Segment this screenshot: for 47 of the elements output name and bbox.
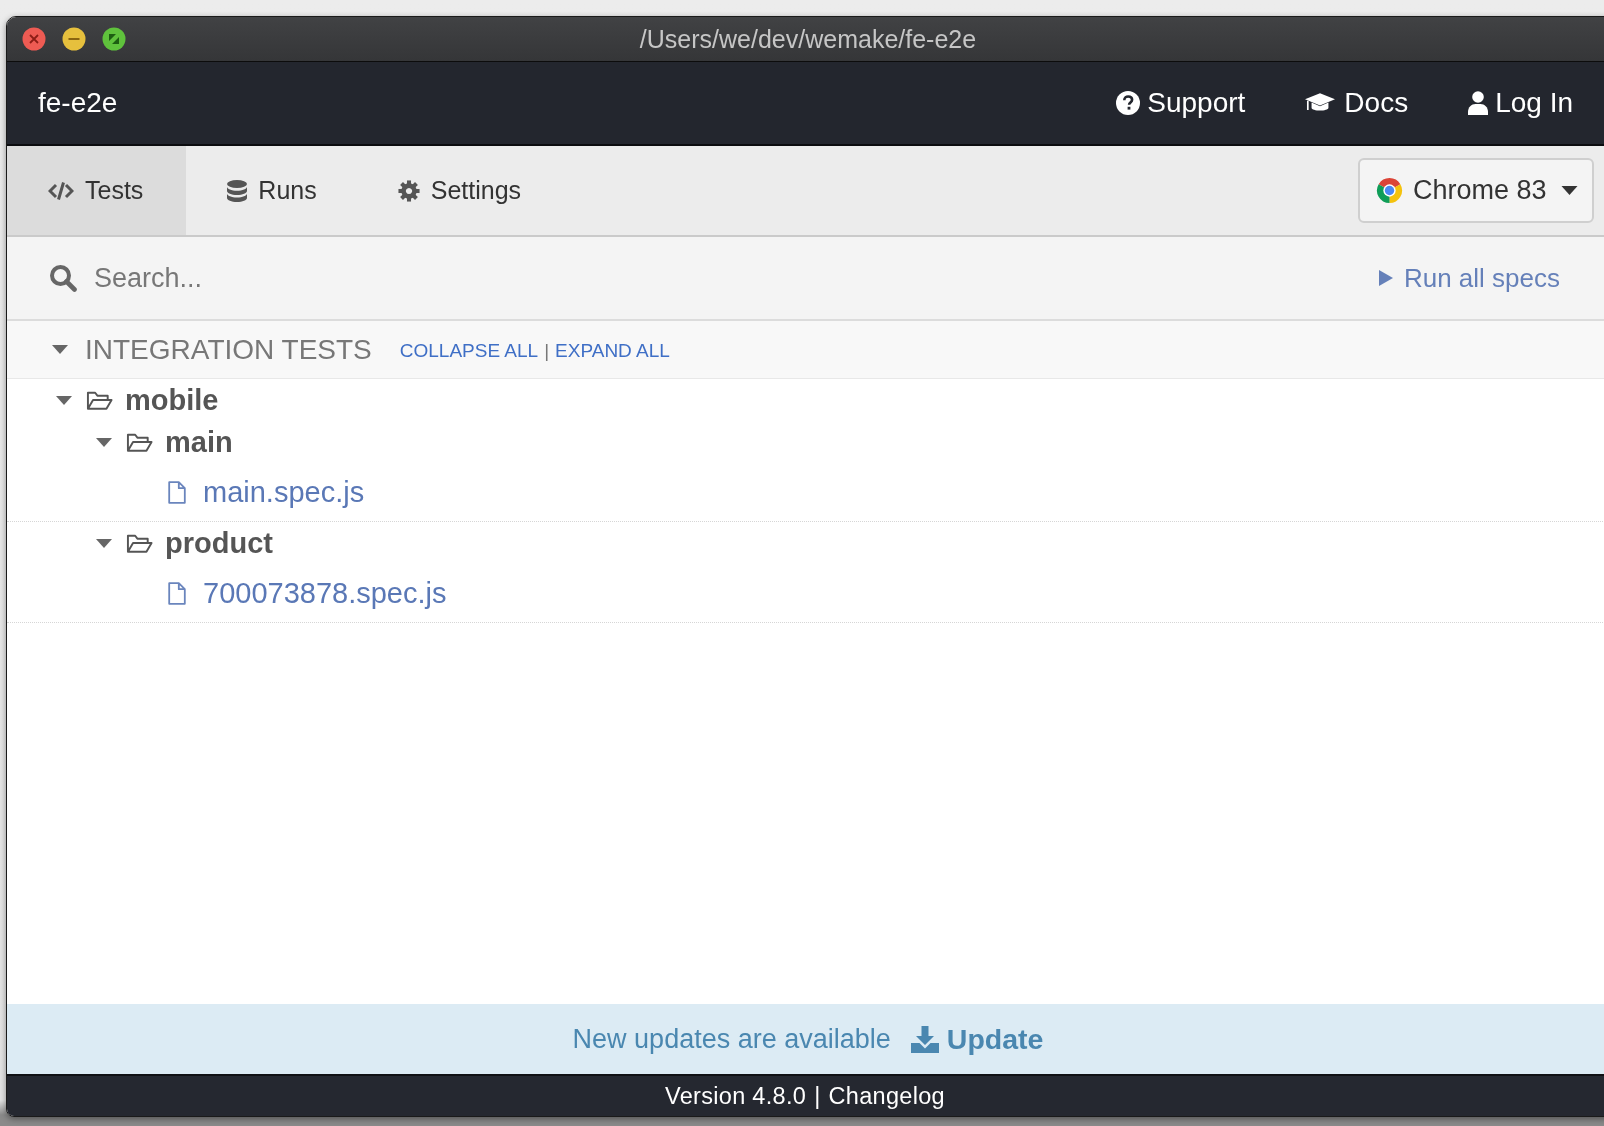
nav-tab[interactable]: Tests bbox=[7, 146, 187, 235]
caret-icon[interactable] bbox=[96, 538, 112, 548]
code-icon bbox=[48, 180, 74, 201]
changelog-link[interactable]: Changelog bbox=[828, 1082, 945, 1110]
separator: | bbox=[544, 340, 550, 362]
folder-icon bbox=[126, 532, 153, 554]
graduation-cap-icon bbox=[1305, 92, 1336, 114]
window-title: /Users/we/dev/wemake/fe-e2e bbox=[639, 24, 977, 54]
help-icon bbox=[1116, 91, 1141, 115]
caret-icon[interactable] bbox=[96, 437, 112, 447]
play-icon bbox=[1378, 270, 1393, 286]
caret-icon[interactable] bbox=[56, 395, 72, 405]
download-icon bbox=[910, 1025, 939, 1053]
browser-logo-icon bbox=[1376, 177, 1403, 204]
settings-icon bbox=[397, 179, 420, 202]
minimize-icon[interactable] bbox=[62, 27, 86, 51]
database-icon bbox=[227, 179, 248, 202]
separator: | bbox=[814, 1082, 821, 1110]
close-icon[interactable] bbox=[22, 27, 46, 51]
user-icon bbox=[1468, 91, 1489, 115]
tree-action-link[interactable]: COLLAPSE ALL bbox=[399, 340, 539, 362]
spec-file-link[interactable]: 700073878.spec.js bbox=[203, 576, 447, 610]
nav-tab[interactable]: Settings bbox=[356, 146, 562, 235]
folder-name[interactable]: mobile bbox=[125, 383, 219, 417]
fullscreen-icon[interactable] bbox=[102, 27, 126, 51]
folder-name[interactable]: product bbox=[165, 526, 273, 560]
nav-tab[interactable]: Runs bbox=[186, 146, 357, 235]
project-name: fe-e2e bbox=[38, 87, 118, 119]
section-title: INTEGRATION TESTS bbox=[85, 333, 372, 366]
nav-link[interactable]: Log In bbox=[1468, 87, 1573, 119]
folder-name[interactable]: main bbox=[165, 425, 233, 459]
search-icon bbox=[49, 264, 77, 292]
file-icon bbox=[168, 480, 186, 504]
nav-link[interactable]: Support bbox=[1116, 87, 1246, 119]
tree-action-link[interactable]: EXPAND ALL bbox=[555, 340, 670, 362]
caret-icon[interactable] bbox=[52, 345, 68, 354]
search-field[interactable]: Search... bbox=[7, 237, 1359, 321]
update-message: New updates are available bbox=[572, 1023, 891, 1055]
spec-file-link[interactable]: main.spec.js bbox=[203, 475, 365, 509]
search-input[interactable]: Search... bbox=[94, 254, 1359, 302]
version-text: Version 4.8.0 bbox=[665, 1082, 807, 1110]
nav-link[interactable]: Docs bbox=[1305, 87, 1409, 119]
browser-dropdown[interactable]: Chrome 83 bbox=[1358, 158, 1594, 223]
file-icon bbox=[168, 581, 186, 605]
folder-icon bbox=[126, 431, 153, 453]
folder-icon bbox=[86, 389, 113, 411]
caret-icon bbox=[1561, 186, 1578, 195]
